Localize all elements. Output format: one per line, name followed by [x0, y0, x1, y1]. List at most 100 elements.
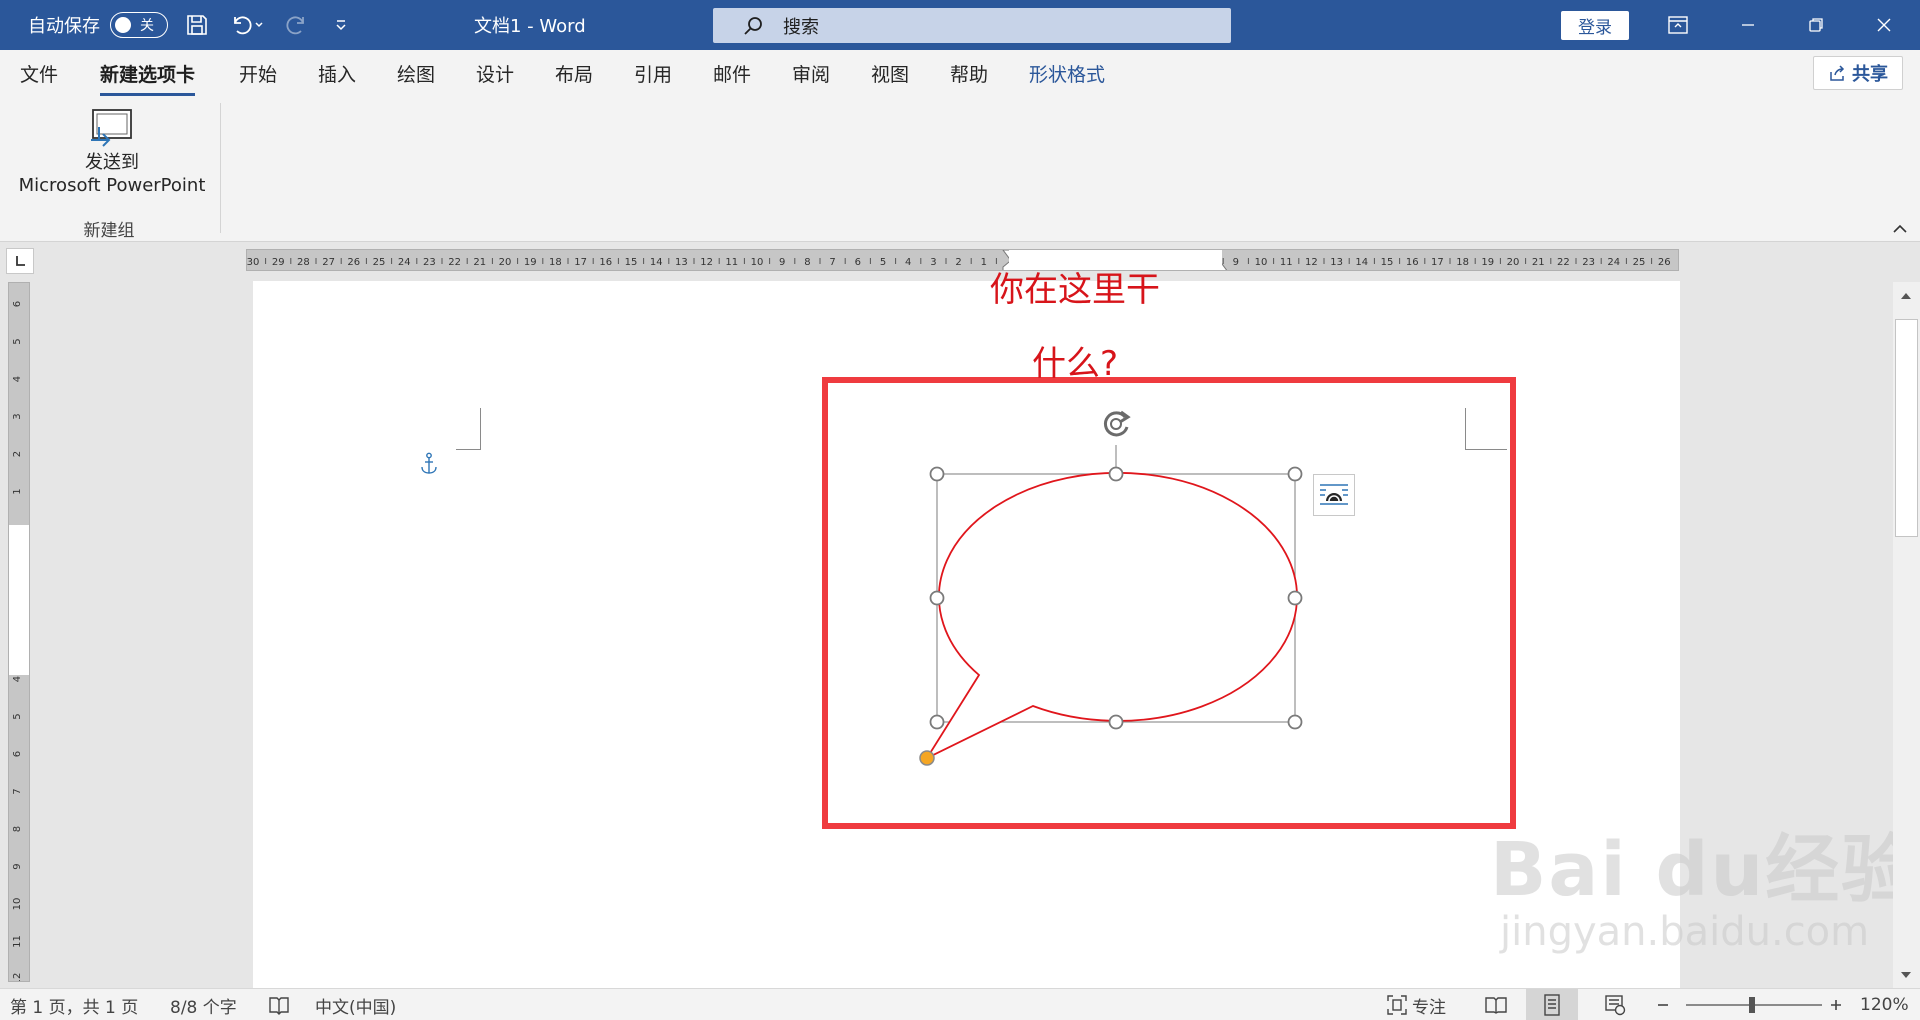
resize-handle-bottom-right[interactable] — [1287, 714, 1303, 730]
collapse-ribbon-button[interactable] — [1890, 220, 1910, 238]
tab-design[interactable]: 设计 — [476, 60, 514, 87]
left-tab-icon — [16, 256, 25, 266]
focus-mode-button[interactable]: 专注 — [1386, 989, 1446, 1020]
language[interactable]: 中文(中国) — [315, 989, 396, 1020]
resize-handle-right[interactable] — [1287, 590, 1303, 606]
restore-button[interactable] — [1788, 0, 1844, 50]
view-web-layout[interactable] — [1600, 989, 1630, 1020]
page-count[interactable]: 第 1 页，共 1 页 — [10, 989, 138, 1020]
send-to-powerpoint-button[interactable]: 发送到 Microsoft PowerPoint — [12, 107, 212, 203]
text-wrap-icon — [1320, 484, 1348, 505]
tab-references[interactable]: 引用 — [634, 60, 672, 87]
ruler-number: 18 — [549, 257, 562, 268]
ribbon-tabs: 文件 新建选项卡 开始 插入 绘图 设计 布局 引用 邮件 审阅 视图 帮助 形… — [0, 50, 1920, 97]
tab-view[interactable]: 视图 — [871, 60, 909, 87]
restore-icon — [1809, 18, 1823, 32]
vertical-scrollbar[interactable] — [1893, 282, 1920, 988]
tab-layout[interactable]: 布局 — [555, 60, 593, 87]
watermark-url: jingyan.baidu.com — [1500, 909, 1870, 955]
ruler-number: 23 — [1582, 257, 1595, 268]
view-print-layout[interactable] — [1526, 989, 1578, 1020]
zoom-out-button[interactable] — [1656, 989, 1670, 1020]
layout-options-button[interactable] — [1313, 474, 1355, 516]
save-button[interactable] — [182, 0, 212, 50]
ruler-number: 21 — [473, 257, 486, 268]
zoom-in-button[interactable] — [1829, 989, 1843, 1020]
rotate-handle-icon[interactable] — [1102, 410, 1131, 438]
minus-icon — [1658, 1004, 1668, 1006]
scroll-down-button[interactable] — [1896, 965, 1916, 985]
scroll-up-button[interactable] — [1896, 286, 1916, 306]
ruler-number: 9 — [779, 257, 785, 268]
adjust-handle[interactable] — [919, 750, 935, 766]
ruler-number: 18 — [1456, 257, 1469, 268]
tab-file[interactable]: 文件 — [20, 60, 58, 87]
minimize-icon — [1742, 24, 1754, 26]
vertical-ruler[interactable]: 654321123456789101112 — [8, 282, 30, 982]
minimize-button[interactable] — [1720, 0, 1776, 50]
baidu-watermark: Bai du经验 jingyan.baidu.com — [1490, 810, 1917, 955]
ruler-number: 17 — [1431, 257, 1444, 268]
ruler-number: 17 — [574, 257, 587, 268]
vruler-number: 5 — [12, 713, 23, 719]
resize-handle-bottom[interactable] — [1108, 714, 1124, 730]
ribbon-group-label: 新建组 — [83, 221, 135, 241]
word-count[interactable]: 8/8 个字 — [170, 989, 237, 1020]
ruler-number: 14 — [1355, 257, 1368, 268]
focus-label: 专注 — [1412, 997, 1446, 1018]
resize-handle-left[interactable] — [929, 590, 945, 606]
ruler-number: 25 — [1633, 257, 1646, 268]
tab-selector[interactable] — [6, 248, 34, 274]
ruler-number: 10 — [751, 257, 764, 268]
share-label: 共享 — [1852, 64, 1888, 85]
tab-home[interactable]: 开始 — [239, 60, 277, 87]
tab-draw[interactable]: 绘图 — [397, 60, 435, 87]
proofing-button[interactable] — [268, 989, 290, 1020]
autosave-label: 自动保存 — [28, 16, 100, 37]
share-button[interactable]: 共享 — [1813, 56, 1903, 90]
search-input[interactable]: 搜索 — [713, 8, 1231, 43]
speech-bubble-outline — [924, 472, 1298, 761]
callout-text[interactable]: 你在这里干 什么? — [930, 253, 1220, 401]
ruler-number: 9 — [1233, 257, 1239, 268]
ruler-number: 5 — [880, 257, 886, 268]
tab-new-tab[interactable]: 新建选项卡 — [100, 60, 196, 96]
ruler-number: 20 — [1507, 257, 1520, 268]
ruler-number: 15 — [1381, 257, 1394, 268]
autosave-toggle[interactable]: 关 — [110, 12, 168, 38]
read-mode-icon — [1485, 997, 1507, 1014]
undo-button[interactable] — [226, 0, 268, 50]
zoom-slider-thumb[interactable] — [1749, 997, 1755, 1013]
vruler-number: 6 — [12, 751, 23, 757]
tab-review[interactable]: 审阅 — [792, 60, 830, 87]
ruler-number: 15 — [625, 257, 638, 268]
resize-handle-top-right[interactable] — [1287, 466, 1303, 482]
print-layout-icon — [1544, 994, 1560, 1016]
close-button[interactable] — [1856, 0, 1912, 50]
resize-handle-top-left[interactable] — [929, 466, 945, 482]
zoom-level[interactable]: 120% — [1860, 989, 1909, 1020]
undo-icon — [234, 16, 252, 35]
web-layout-icon — [1605, 995, 1626, 1016]
chevron-down-icon — [255, 22, 263, 28]
resize-handle-bottom-left[interactable] — [929, 714, 945, 730]
signin-button[interactable]: 登录 — [1561, 11, 1629, 40]
ruler-number: 12 — [700, 257, 713, 268]
scroll-thumb[interactable] — [1895, 319, 1918, 537]
customize-qat-button[interactable] — [326, 0, 356, 50]
vruler-number: 6 — [12, 301, 23, 307]
ribbon-display-options-button[interactable] — [1650, 0, 1706, 50]
scroll-down-icon — [1901, 972, 1911, 978]
vruler-number: 4 — [12, 676, 23, 682]
tab-mailings[interactable]: 邮件 — [713, 60, 751, 87]
search-icon — [741, 11, 771, 41]
ruler-number: 16 — [1406, 257, 1419, 268]
redo-button[interactable] — [281, 0, 311, 50]
vruler-number: 3 — [12, 413, 23, 419]
tab-help[interactable]: 帮助 — [950, 60, 988, 87]
tab-insert[interactable]: 插入 — [318, 60, 356, 87]
tab-shape-format[interactable]: 形状格式 — [1029, 60, 1105, 87]
view-read-mode[interactable] — [1482, 989, 1510, 1020]
resize-handle-top[interactable] — [1108, 466, 1124, 482]
redo-icon — [286, 16, 304, 35]
